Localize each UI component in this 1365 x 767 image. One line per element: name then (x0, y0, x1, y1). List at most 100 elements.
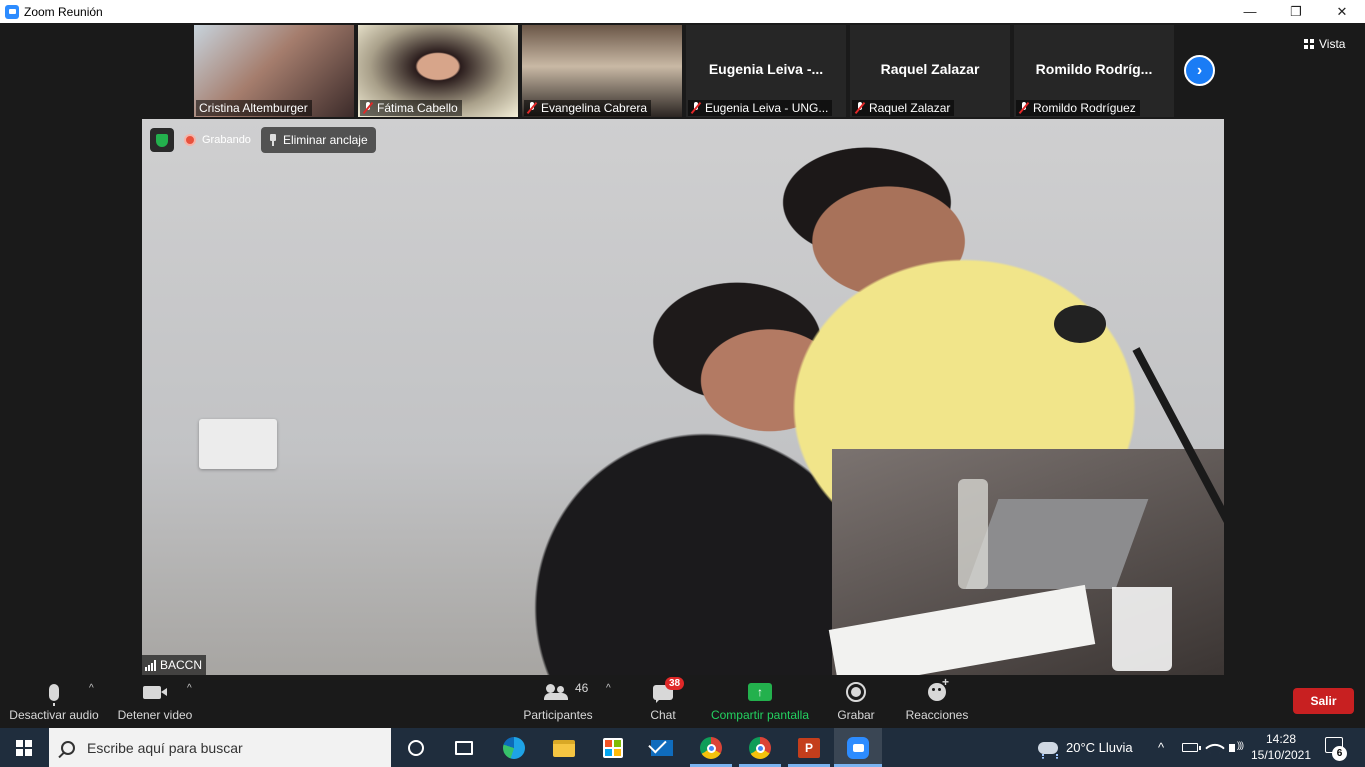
stop-video-label: Detener video (117, 708, 193, 722)
record-button[interactable]: Grabar (834, 675, 878, 728)
tray-overflow-caret-icon[interactable]: ^ (1158, 728, 1164, 767)
participant-big-name: Eugenia Leiva -... (708, 61, 824, 77)
muted-mic-icon (1019, 102, 1029, 114)
search-icon (61, 740, 75, 755)
windows-logo-icon (16, 739, 32, 756)
notifications-count-badge: 6 (1332, 746, 1347, 761)
zoom-taskbar-icon[interactable] (845, 735, 871, 761)
window-title: Zoom Reunión (24, 4, 103, 19)
participant-nametag: Raquel Zalazar (852, 100, 955, 116)
participant-name: Evangelina Cabrera (541, 101, 648, 115)
participant-tile[interactable]: Romildo Rodríg... Romildo Rodríguez (1014, 25, 1174, 117)
reactions-label: Reacciones (905, 708, 969, 722)
recording-indicator[interactable]: Grabando (184, 134, 251, 146)
participant-tile[interactable]: Raquel Zalazar Raquel Zalazar (850, 25, 1010, 117)
mute-audio-button[interactable]: Desactivar audio (8, 675, 100, 728)
weather-widget[interactable]: 20°C Lluvia (1038, 728, 1133, 767)
volume-icon[interactable] (1229, 728, 1243, 767)
reactions-button[interactable]: Reacciones (902, 675, 972, 728)
participant-tile[interactable]: Evangelina Cabrera (522, 25, 682, 117)
record-icon (846, 681, 866, 703)
clock-date: 15/10/2021 (1250, 748, 1312, 762)
start-button[interactable] (0, 728, 48, 767)
unpin-button[interactable]: Eliminar anclaje (260, 127, 376, 153)
audio-options-caret-icon[interactable]: ^ (89, 683, 94, 694)
participant-name: Cristina Altemburger (199, 101, 308, 115)
participant-name: Eugenia Leiva - UNG... (705, 101, 829, 115)
participants-options-caret-icon[interactable]: ^ (606, 683, 611, 694)
zoom-app-icon (5, 4, 19, 19)
wall-outlet (199, 419, 277, 469)
taskbar-search-placeholder: Escribe aquí para buscar (87, 739, 243, 756)
system-clock[interactable]: 14:28 15/10/2021 (1249, 731, 1313, 764)
muted-mic-icon (527, 102, 537, 114)
participant-big-name: Romildo Rodríg... (1035, 61, 1153, 77)
mail-icon[interactable] (649, 735, 675, 761)
participant-name: Fátima Cabello (377, 101, 458, 115)
speaker-nametag: BACCN (142, 655, 207, 675)
clock-time: 14:28 (1265, 732, 1297, 746)
rain-cloud-icon (1038, 741, 1058, 759)
participant-tile[interactable]: Cristina Altemburger (194, 25, 354, 117)
battery-icon[interactable] (1182, 728, 1201, 767)
stop-video-button[interactable]: Detener video (114, 675, 196, 728)
recording-label: Grabando (202, 134, 251, 146)
chrome-icon[interactable] (747, 735, 773, 761)
participant-nametag: Fátima Cabello (360, 100, 462, 116)
wifi-icon[interactable] (1205, 728, 1225, 767)
bottle (958, 479, 988, 589)
unpin-label: Eliminar anclaje (282, 133, 368, 147)
view-button[interactable]: Vista (1304, 33, 1358, 55)
share-screen-label: Compartir pantalla (710, 708, 810, 722)
restore-button[interactable]: ❐ (1273, 0, 1319, 23)
weather-text: 20°C Lluvia (1066, 740, 1133, 755)
participants-label: Participantes (523, 708, 593, 722)
record-label: Grabar (837, 708, 875, 722)
edge-browser-icon[interactable] (501, 735, 527, 761)
signal-strength-icon (145, 659, 156, 671)
window-titlebar: Zoom Reunión — ❐ ✕ (0, 0, 1365, 23)
participants-icon (544, 681, 568, 703)
camera-icon (143, 681, 167, 703)
leave-meeting-button[interactable]: Salir (1293, 688, 1354, 714)
participant-tile[interactable]: Eugenia Leiva -... Eugenia Leiva - UNG..… (686, 25, 846, 117)
share-screen-button[interactable]: ↑ Compartir pantalla (706, 675, 814, 728)
participant-nametag: Eugenia Leiva - UNG... (688, 100, 833, 116)
muted-mic-icon (691, 102, 701, 114)
recording-dot-icon (184, 134, 196, 146)
muted-mic-icon (855, 102, 865, 114)
mute-audio-label: Desactivar audio (9, 708, 99, 722)
participant-nametag: Romildo Rodríguez (1016, 100, 1140, 116)
participant-tile[interactable]: Fátima Cabello (358, 25, 518, 117)
pin-icon (269, 134, 277, 146)
meeting-status-row: Grabando Eliminar anclaje (150, 127, 376, 153)
window-controls: — ❐ ✕ (1227, 0, 1365, 23)
participant-nametag: Cristina Altemburger (196, 100, 312, 116)
taskbar-search-box[interactable]: Escribe aquí para buscar (49, 728, 391, 767)
share-screen-icon: ↑ (748, 681, 772, 703)
video-options-caret-icon[interactable]: ^ (187, 683, 192, 694)
participant-big-name: Raquel Zalazar (880, 61, 980, 77)
microsoft-store-icon[interactable] (600, 735, 626, 761)
participants-button[interactable]: 46 Participantes (520, 675, 596, 728)
cortana-icon[interactable] (403, 735, 429, 761)
close-button[interactable]: ✕ (1319, 0, 1365, 23)
windows-taskbar: Escribe aquí para buscar P 20°C Lluvia ^… (0, 728, 1365, 767)
muted-mic-icon (363, 102, 373, 114)
speaker-name: BACCN (160, 658, 203, 672)
file-explorer-icon[interactable] (551, 735, 577, 761)
participant-name: Raquel Zalazar (869, 101, 951, 115)
chrome-icon[interactable] (698, 735, 724, 761)
next-page-arrow-icon[interactable]: › (1184, 55, 1215, 86)
security-shield-icon[interactable] (150, 128, 174, 152)
view-button-label: Vista (1319, 37, 1346, 51)
participants-count: 46 (575, 681, 589, 695)
task-view-icon[interactable] (451, 735, 477, 761)
meeting-window: Cristina Altemburger Fátima Cabello Evan… (0, 23, 1365, 728)
microphone-icon (49, 681, 59, 706)
minimize-button[interactable]: — (1227, 0, 1273, 23)
chat-unread-badge: 38 (665, 677, 685, 690)
powerpoint-icon[interactable]: P (796, 735, 822, 761)
main-speaker-video[interactable]: Grabando Eliminar anclaje BACCN (142, 119, 1224, 675)
reactions-icon (928, 675, 949, 703)
